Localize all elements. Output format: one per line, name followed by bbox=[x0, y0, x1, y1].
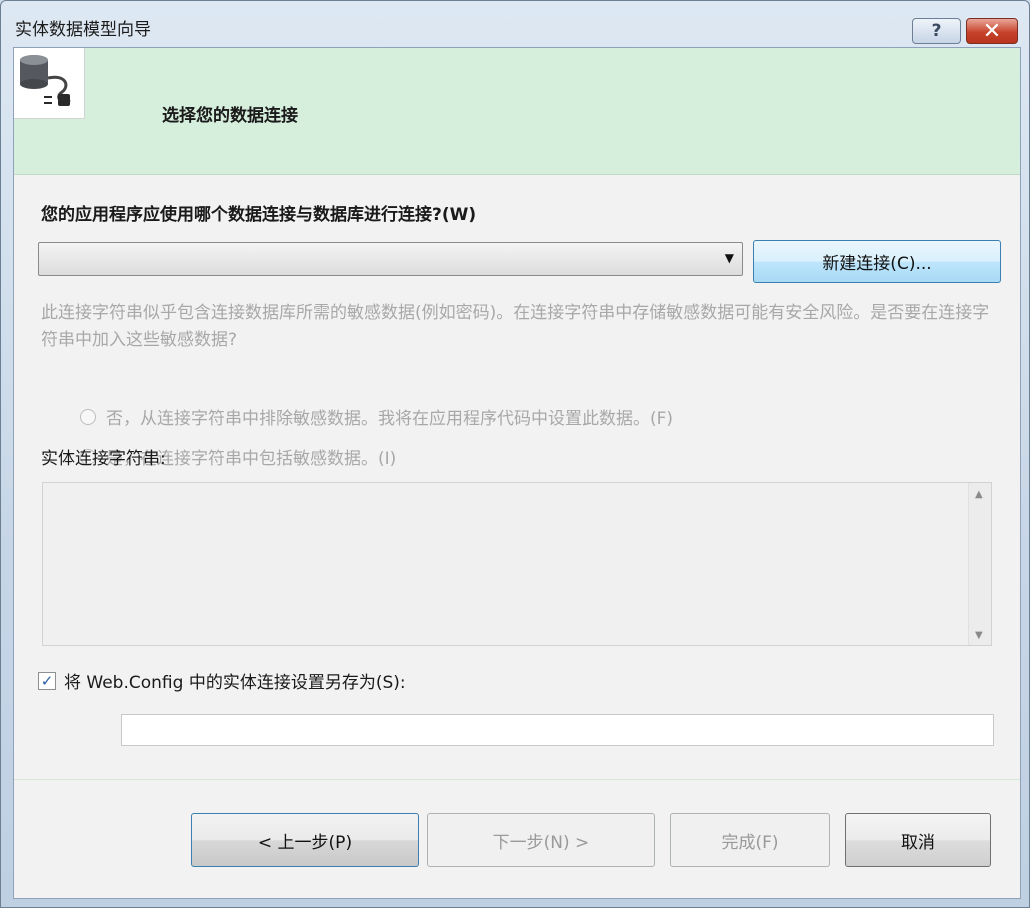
new-connection-button[interactable]: 新建连接(C)... bbox=[753, 240, 1001, 283]
save-config-option[interactable]: ✓ 将 Web.Config 中的实体连接设置另存为(S): bbox=[38, 668, 406, 693]
exclude-sensitive-option[interactable]: 否，从连接字符串中排除敏感数据。我将在应用程序代码中设置此数据。(F) bbox=[80, 404, 673, 429]
wizard-client-area: 选择您的数据连接 您的应用程序应使用哪个数据连接与数据库进行连接?(W) ▼ 新… bbox=[13, 47, 1021, 899]
wizard-header: 选择您的数据连接 bbox=[14, 48, 1020, 175]
exclude-radio-label: 否，从连接字符串中排除敏感数据。我将在应用程序代码中设置此数据。(F) bbox=[106, 409, 674, 429]
sensitive-data-description: 此连接字符串似乎包含连接数据库所需的敏感数据(例如密码)。在连接字符串中存储敏感… bbox=[41, 303, 990, 350]
connection-question: 您的应用程序应使用哪个数据连接与数据库进行连接?(W) bbox=[41, 205, 477, 225]
wizard-window: 实体数据模型向导 ? ✕ 选择您的数据连接 您的应用程序应使用哪个数据连接与数据… bbox=[0, 0, 1030, 908]
window-title: 实体数据模型向导 bbox=[15, 20, 151, 40]
connection-dropdown[interactable]: ▼ bbox=[38, 242, 743, 276]
save-config-checkbox[interactable]: ✓ bbox=[38, 671, 56, 690]
exclude-radio[interactable] bbox=[80, 408, 96, 425]
cancel-button[interactable]: 取消 bbox=[845, 813, 991, 867]
dropdown-arrow-icon[interactable]: ▼ bbox=[725, 251, 734, 265]
title-bar[interactable]: 实体数据模型向导 ? ✕ bbox=[1, 1, 1029, 47]
entity-connection-textbox[interactable]: ▲ ▼ bbox=[42, 482, 992, 646]
database-connection-icon bbox=[14, 48, 85, 119]
scroll-down-icon[interactable]: ▼ bbox=[975, 630, 983, 641]
back-button[interactable]: < 上一步(P) bbox=[191, 813, 419, 867]
page-title: 选择您的数据连接 bbox=[162, 106, 298, 126]
footer-divider bbox=[14, 779, 1020, 780]
vertical-scrollbar[interactable]: ▲ ▼ bbox=[968, 483, 991, 645]
entity-connection-label: 实体连接字符串: bbox=[41, 449, 166, 469]
finish-button[interactable]: 完成(F) bbox=[670, 813, 830, 867]
save-config-label: 将 Web.Config 中的实体连接设置另存为(S): bbox=[64, 673, 406, 693]
config-name-input[interactable] bbox=[121, 714, 994, 746]
next-button[interactable]: 下一步(N) > bbox=[427, 813, 655, 867]
scroll-up-icon[interactable]: ▲ bbox=[975, 489, 983, 500]
close-button[interactable]: ✕ bbox=[966, 18, 1018, 44]
help-button[interactable]: ? bbox=[912, 18, 961, 44]
